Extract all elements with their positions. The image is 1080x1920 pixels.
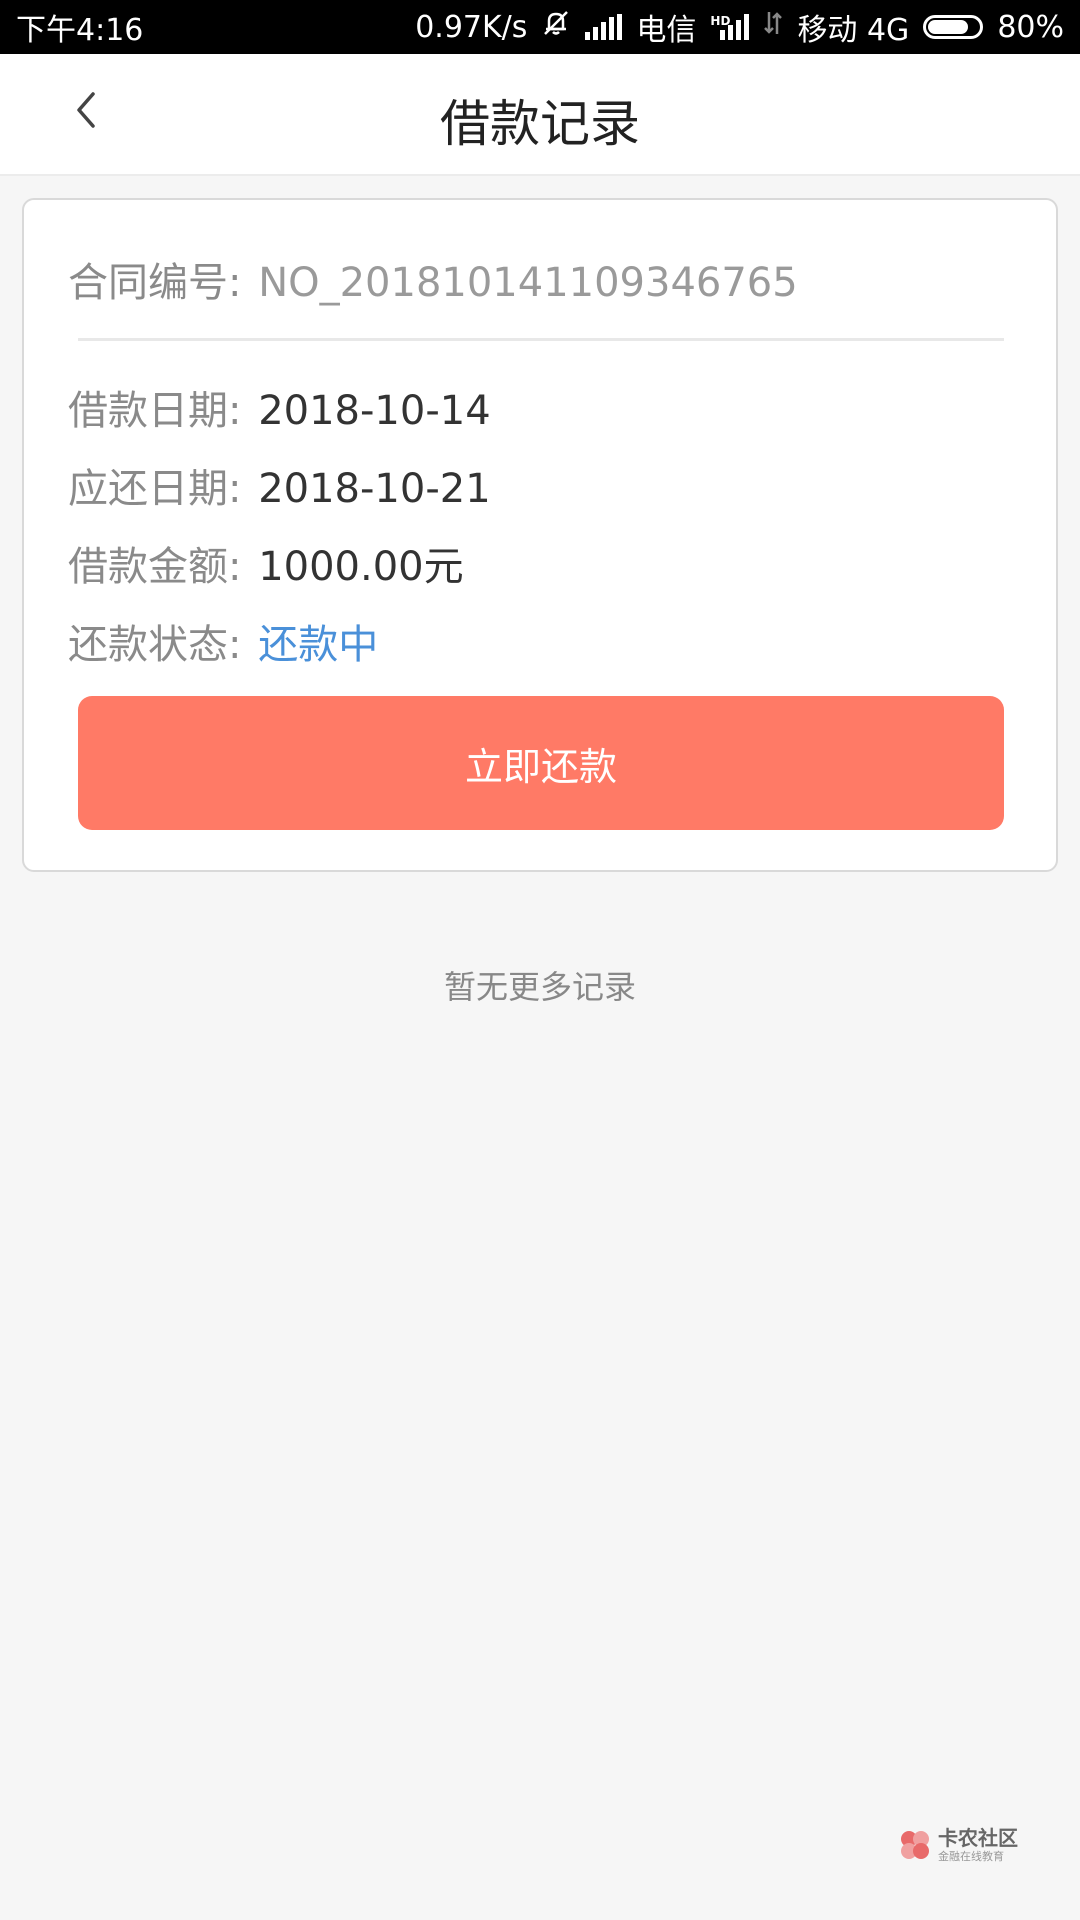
signal-icon — [585, 14, 623, 40]
status-bar: 下午4:16 0.97K/s 电信 HD 移动 4G 80% — [0, 0, 1080, 54]
repay-status-value: 还款中 — [258, 622, 379, 668]
loan-date-row: 借款日期: 2018-10-14 — [68, 378, 491, 436]
loan-date-label: 借款日期: — [68, 388, 242, 434]
amount-row: 借款金额: 1000.00元 — [68, 534, 464, 592]
amount-label: 借款金额: — [68, 544, 242, 590]
contract-value: NO_201810141109346765 — [258, 260, 798, 306]
repay-now-button[interactable]: 立即还款 — [78, 696, 1004, 830]
repay-status-row: 还款状态: 还款中 — [68, 612, 378, 670]
carrier-telecom: 电信 — [636, 13, 697, 48]
due-date-label: 应还日期: — [68, 466, 242, 512]
nav-bar: 借款记录 — [0, 54, 1080, 176]
amount-value: 1000.00元 — [258, 544, 464, 590]
battery-percent: 80% — [997, 9, 1064, 45]
page-title: 借款记录 — [440, 95, 640, 153]
carrier-mobile: 移动 4G — [797, 13, 910, 48]
due-date-row: 应还日期: 2018-10-21 — [68, 456, 491, 514]
brand-tagline: 金融在线教育 — [938, 1850, 1004, 1863]
divider — [78, 338, 1004, 341]
brand-name: 卡农社区 — [938, 1826, 1018, 1850]
no-more-records: 暂无更多记录 — [443, 968, 636, 1006]
repay-status-label: 还款状态: — [68, 622, 242, 668]
loan-date-value: 2018-10-14 — [258, 388, 491, 434]
battery-icon — [923, 15, 984, 39]
status-icons: 0.97K/s 电信 HD 移动 4G 80% — [415, 5, 1064, 49]
battery-fill — [928, 20, 969, 34]
network-speed: 0.97K/s — [415, 9, 528, 45]
signal-icon-2 — [720, 14, 750, 40]
contract-label: 合同编号: — [68, 260, 242, 306]
bell-muted-icon — [541, 8, 571, 46]
watermark: 卡农社区 金融在线教育 — [898, 1828, 1018, 1862]
due-date-value: 2018-10-21 — [258, 466, 491, 512]
loan-record-card: 合同编号: NO_201810141109346765 借款日期: 2018-1… — [22, 198, 1058, 872]
hd-signal: HD — [710, 14, 750, 40]
brand-logo-icon — [901, 1831, 929, 1859]
contract-row: 合同编号: NO_201810141109346765 — [68, 250, 798, 308]
data-arrows-icon — [763, 8, 783, 46]
status-time: 下午4:16 — [16, 13, 144, 48]
